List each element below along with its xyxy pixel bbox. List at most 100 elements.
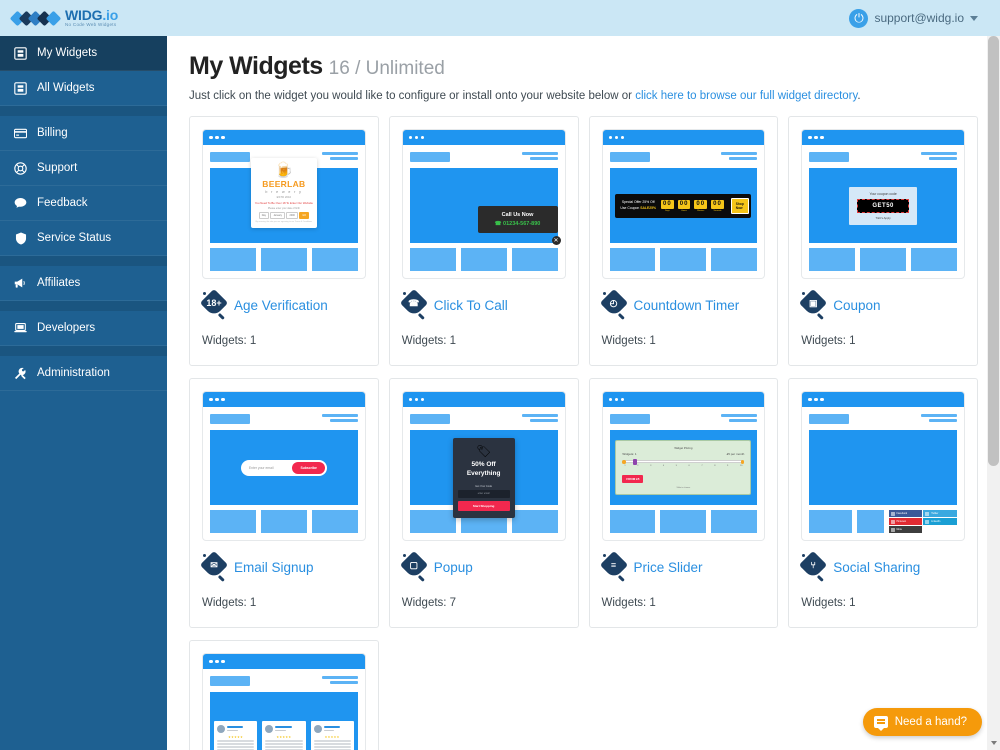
widget-instance-count: Widgets: 1 bbox=[401, 335, 457, 347]
credit-card-icon bbox=[14, 127, 27, 140]
av-go-button[interactable]: GO bbox=[299, 212, 310, 219]
mock-browser-bar bbox=[802, 392, 964, 407]
slider-ticks: 1 2 3 4 5 6 7 8 9 10 bbox=[622, 465, 744, 467]
subtitle-period: . bbox=[857, 90, 861, 102]
widget-card-coupon[interactable]: Your coupon code GET50 T&C's Apply ▣ Coupon W… bbox=[788, 116, 978, 366]
slider-tick: 5 bbox=[675, 465, 677, 467]
top-bar: WIDG.io No Code Web Widgets ⏻ support@wi… bbox=[0, 0, 1000, 36]
mock-site-header bbox=[409, 414, 558, 424]
coupon-terms: T&C's Apply bbox=[875, 215, 891, 220]
countdown-shop-button[interactable]: Shop Now bbox=[730, 197, 749, 214]
slider-end-dot bbox=[740, 460, 745, 464]
widget-title: Email Signup bbox=[234, 559, 314, 575]
sidebar-item-administration[interactable]: Administration bbox=[0, 356, 167, 391]
slider-handle[interactable] bbox=[633, 459, 637, 465]
popup-cta-button[interactable]: Start Shopping bbox=[457, 500, 510, 511]
brand-tagline: No Code Web Widgets bbox=[65, 22, 117, 28]
mock-nav-placeholder bbox=[921, 414, 957, 422]
main-content: My Widgets 16 / Unlimited Just click on t… bbox=[167, 36, 1000, 750]
mock-hero: Your coupon code GET50 T&C's Apply bbox=[809, 168, 957, 243]
sidebar-item-service-status[interactable]: Service Status bbox=[0, 221, 167, 256]
sidebar-item-my-widgets[interactable]: My Widgets bbox=[0, 36, 167, 71]
share-button-pinterest[interactable]: Pinterest bbox=[888, 518, 923, 525]
av-month-select[interactable]: January bbox=[270, 212, 285, 219]
share-button-more[interactable]: More bbox=[888, 526, 923, 533]
laptop-icon bbox=[14, 322, 27, 335]
avatar bbox=[313, 724, 322, 733]
widget-card-popup[interactable]: 🏷 50% Off Everything Get Your Code enter ema… bbox=[388, 378, 579, 628]
avatar bbox=[217, 724, 225, 733]
slider-track[interactable] bbox=[622, 459, 745, 465]
brand-logo[interactable]: WIDG.io No Code Web Widgets bbox=[0, 0, 167, 36]
mock-hero: Special Offer 25% Off Use Coupon SALE25% 0… bbox=[609, 168, 758, 243]
widget-preview: Facebook Twitter Pinterest LinkedIn More bbox=[801, 391, 965, 541]
sidebar-item-billing[interactable]: Billing bbox=[0, 116, 167, 151]
sidebar-item-all-widgets[interactable]: All Widgets bbox=[0, 71, 167, 106]
share-button-linkedin[interactable]: LinkedIn bbox=[923, 518, 957, 525]
av-dob-selects[interactable]: Day January 2000 GO bbox=[254, 212, 314, 219]
share-button-facebook[interactable]: Facebook bbox=[888, 510, 923, 517]
widget-card-email-signup[interactable]: Enter your email Subscribe ✉ Email Signup Wi… bbox=[189, 378, 379, 628]
popup-email-input[interactable]: enter email bbox=[457, 489, 510, 498]
sidebar-item-support[interactable]: Support bbox=[0, 151, 167, 186]
mock-site-header bbox=[609, 414, 758, 424]
slider-tick: 9 bbox=[727, 465, 729, 467]
slider-left-label: Widgets: 1 bbox=[622, 452, 637, 456]
age-verification-modal: 🍺 BEERLAB b r e w e r y ESTD 2010 You Need T… bbox=[250, 158, 317, 228]
coupon-code[interactable]: GET50 bbox=[857, 198, 909, 213]
av-year-select[interactable]: 2000 bbox=[286, 212, 298, 219]
mock-footer-placeholder bbox=[809, 248, 958, 271]
widget-preview: Special Offer 25% Off Use Coupon SALE25% 0… bbox=[601, 129, 766, 279]
mock-browser-body: Enter your email Subscribe bbox=[203, 407, 365, 540]
sidebar-item-label: Affiliates bbox=[37, 277, 81, 289]
chevron-down-icon[interactable] bbox=[970, 15, 978, 21]
subscribe-button[interactable]: Subscribe bbox=[292, 461, 325, 474]
av-established: ESTD 2010 bbox=[276, 195, 292, 199]
widget-card-price-slider[interactable]: Widget Pricing Widgets: 1 £5 per month 1 2 3 4… bbox=[588, 378, 779, 628]
widget-card-countdown-timer[interactable]: Special Offer 25% Off Use Coupon SALE25% 0… bbox=[588, 116, 779, 366]
sidebar-item-feedback[interactable]: Feedback bbox=[0, 186, 167, 221]
widget-label: ⑂ Social Sharing bbox=[799, 550, 965, 582]
mock-browser-body: Special Offer 25% Off Use Coupon SALE25% 0… bbox=[603, 145, 765, 278]
widget-directory-link[interactable]: click here to browse our full widget dir… bbox=[635, 90, 857, 102]
email-input[interactable]: Enter your email bbox=[249, 466, 293, 470]
mock-logo-placeholder bbox=[210, 676, 250, 686]
mock-footer-placeholder bbox=[609, 248, 758, 271]
page-header: My Widgets 16 / Unlimited Just click on t… bbox=[167, 36, 1000, 102]
widget-card-click-to-call[interactable]: Call Us Now ☎ 01234-567-890 ✕ ☎ Click To Cal… bbox=[388, 116, 579, 366]
account-menu[interactable]: ⏻ support@widg.io bbox=[849, 8, 1000, 28]
widget-card-testimonials[interactable]: ★★★★★ ★★★★★ ★★★★★ bbox=[189, 640, 379, 750]
mock-browser-bar bbox=[602, 130, 765, 145]
testimonial-card: ★★★★★ bbox=[310, 720, 354, 750]
mock-hero bbox=[809, 430, 957, 505]
coupon-icon: ▣ bbox=[799, 288, 828, 320]
widget-card-social-sharing[interactable]: Facebook Twitter Pinterest LinkedIn More ⑂ Soc… bbox=[788, 378, 978, 628]
sidebar-item-developers[interactable]: Developers bbox=[0, 311, 167, 346]
scroll-down-icon[interactable] bbox=[990, 741, 997, 745]
mock-nav-placeholder bbox=[921, 152, 957, 160]
widget-instance-count: Widgets: 1 bbox=[801, 597, 856, 609]
slider-footer: Slide to choose bbox=[676, 487, 691, 489]
sidebar-item-affiliates[interactable]: Affiliates bbox=[0, 266, 167, 301]
av-day-select[interactable]: Day bbox=[258, 212, 269, 219]
av-prompt: Please enter your date of birth bbox=[267, 207, 300, 210]
testimonial-card: ★★★★★ bbox=[214, 720, 258, 750]
slider-tick: 7 bbox=[701, 465, 703, 467]
widget-title: Age Verification bbox=[234, 297, 328, 313]
need-a-hand-button[interactable]: Need a hand? bbox=[862, 708, 982, 736]
scrollbar-thumb[interactable] bbox=[988, 36, 999, 466]
click-to-call-box[interactable]: Call Us Now ☎ 01234-567-890 ✕ bbox=[477, 206, 561, 245]
page-subtitle: Just click on the widget you would like … bbox=[189, 90, 978, 102]
close-icon[interactable]: ✕ bbox=[551, 236, 561, 245]
mock-nav-placeholder bbox=[521, 414, 558, 422]
mock-logo-placeholder bbox=[409, 152, 450, 162]
page-scrollbar[interactable] bbox=[987, 36, 1000, 750]
popup-subtitle: Get Your Code bbox=[475, 484, 493, 488]
av-footer: By entering this site you are agreeing t… bbox=[255, 221, 313, 223]
mock-site-header bbox=[809, 152, 957, 162]
mock-logo-placeholder bbox=[609, 414, 650, 424]
share-button-twitter[interactable]: Twitter bbox=[923, 510, 957, 517]
widget-card-age-verification[interactable]: 🍺 BEERLAB b r e w e r y ESTD 2010 You Need T… bbox=[189, 116, 379, 366]
fab-label: Need a hand? bbox=[894, 716, 967, 728]
slider-labels: Widgets: 1 £5 per month bbox=[622, 452, 744, 456]
